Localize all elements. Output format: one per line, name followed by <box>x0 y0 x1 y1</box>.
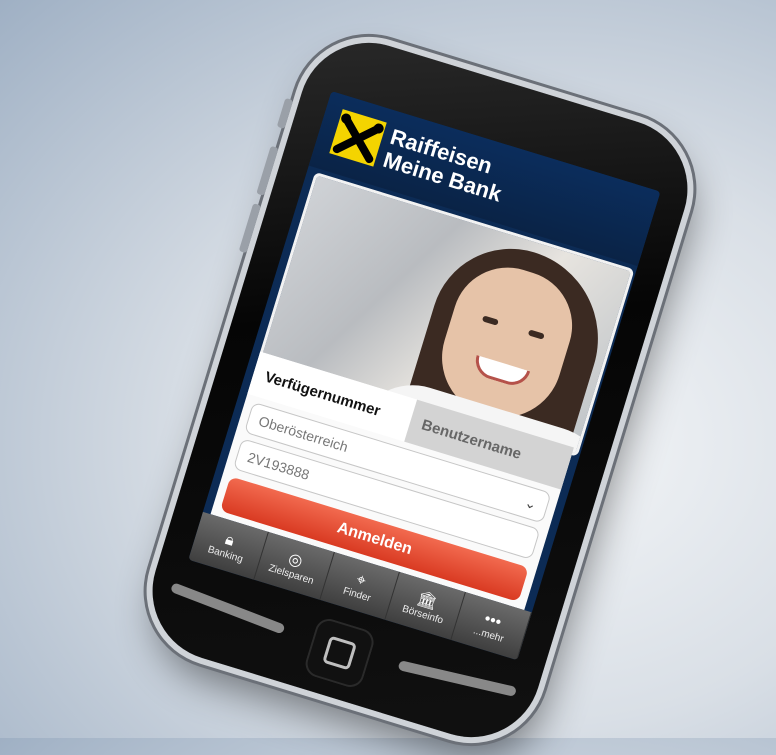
smartphone-device: Raiffeisen Meine Bank Verfügernummer Ben… <box>135 25 705 755</box>
speaker-grill-right <box>397 660 517 697</box>
speaker-grill-left <box>169 582 286 635</box>
mute-switch <box>276 97 294 129</box>
volume-up-button <box>256 145 279 196</box>
background-stage: Raiffeisen Meine Bank Verfügernummer Ben… <box>0 0 776 755</box>
home-square-icon <box>322 635 358 671</box>
brand-name: Raiffeisen Meine Bank <box>380 124 511 207</box>
lock-icon: 🔒︎ <box>223 530 237 550</box>
home-button[interactable] <box>302 615 378 691</box>
raiffeisen-logo-icon <box>329 109 387 167</box>
phone-screen: Raiffeisen Meine Bank Verfügernummer Ben… <box>188 91 661 661</box>
tabbar-label: Finder <box>341 585 373 604</box>
chevron-down-icon: ⌄ <box>522 493 539 513</box>
volume-down-button <box>238 203 262 254</box>
account-number-value: 2V193888 <box>245 448 312 483</box>
